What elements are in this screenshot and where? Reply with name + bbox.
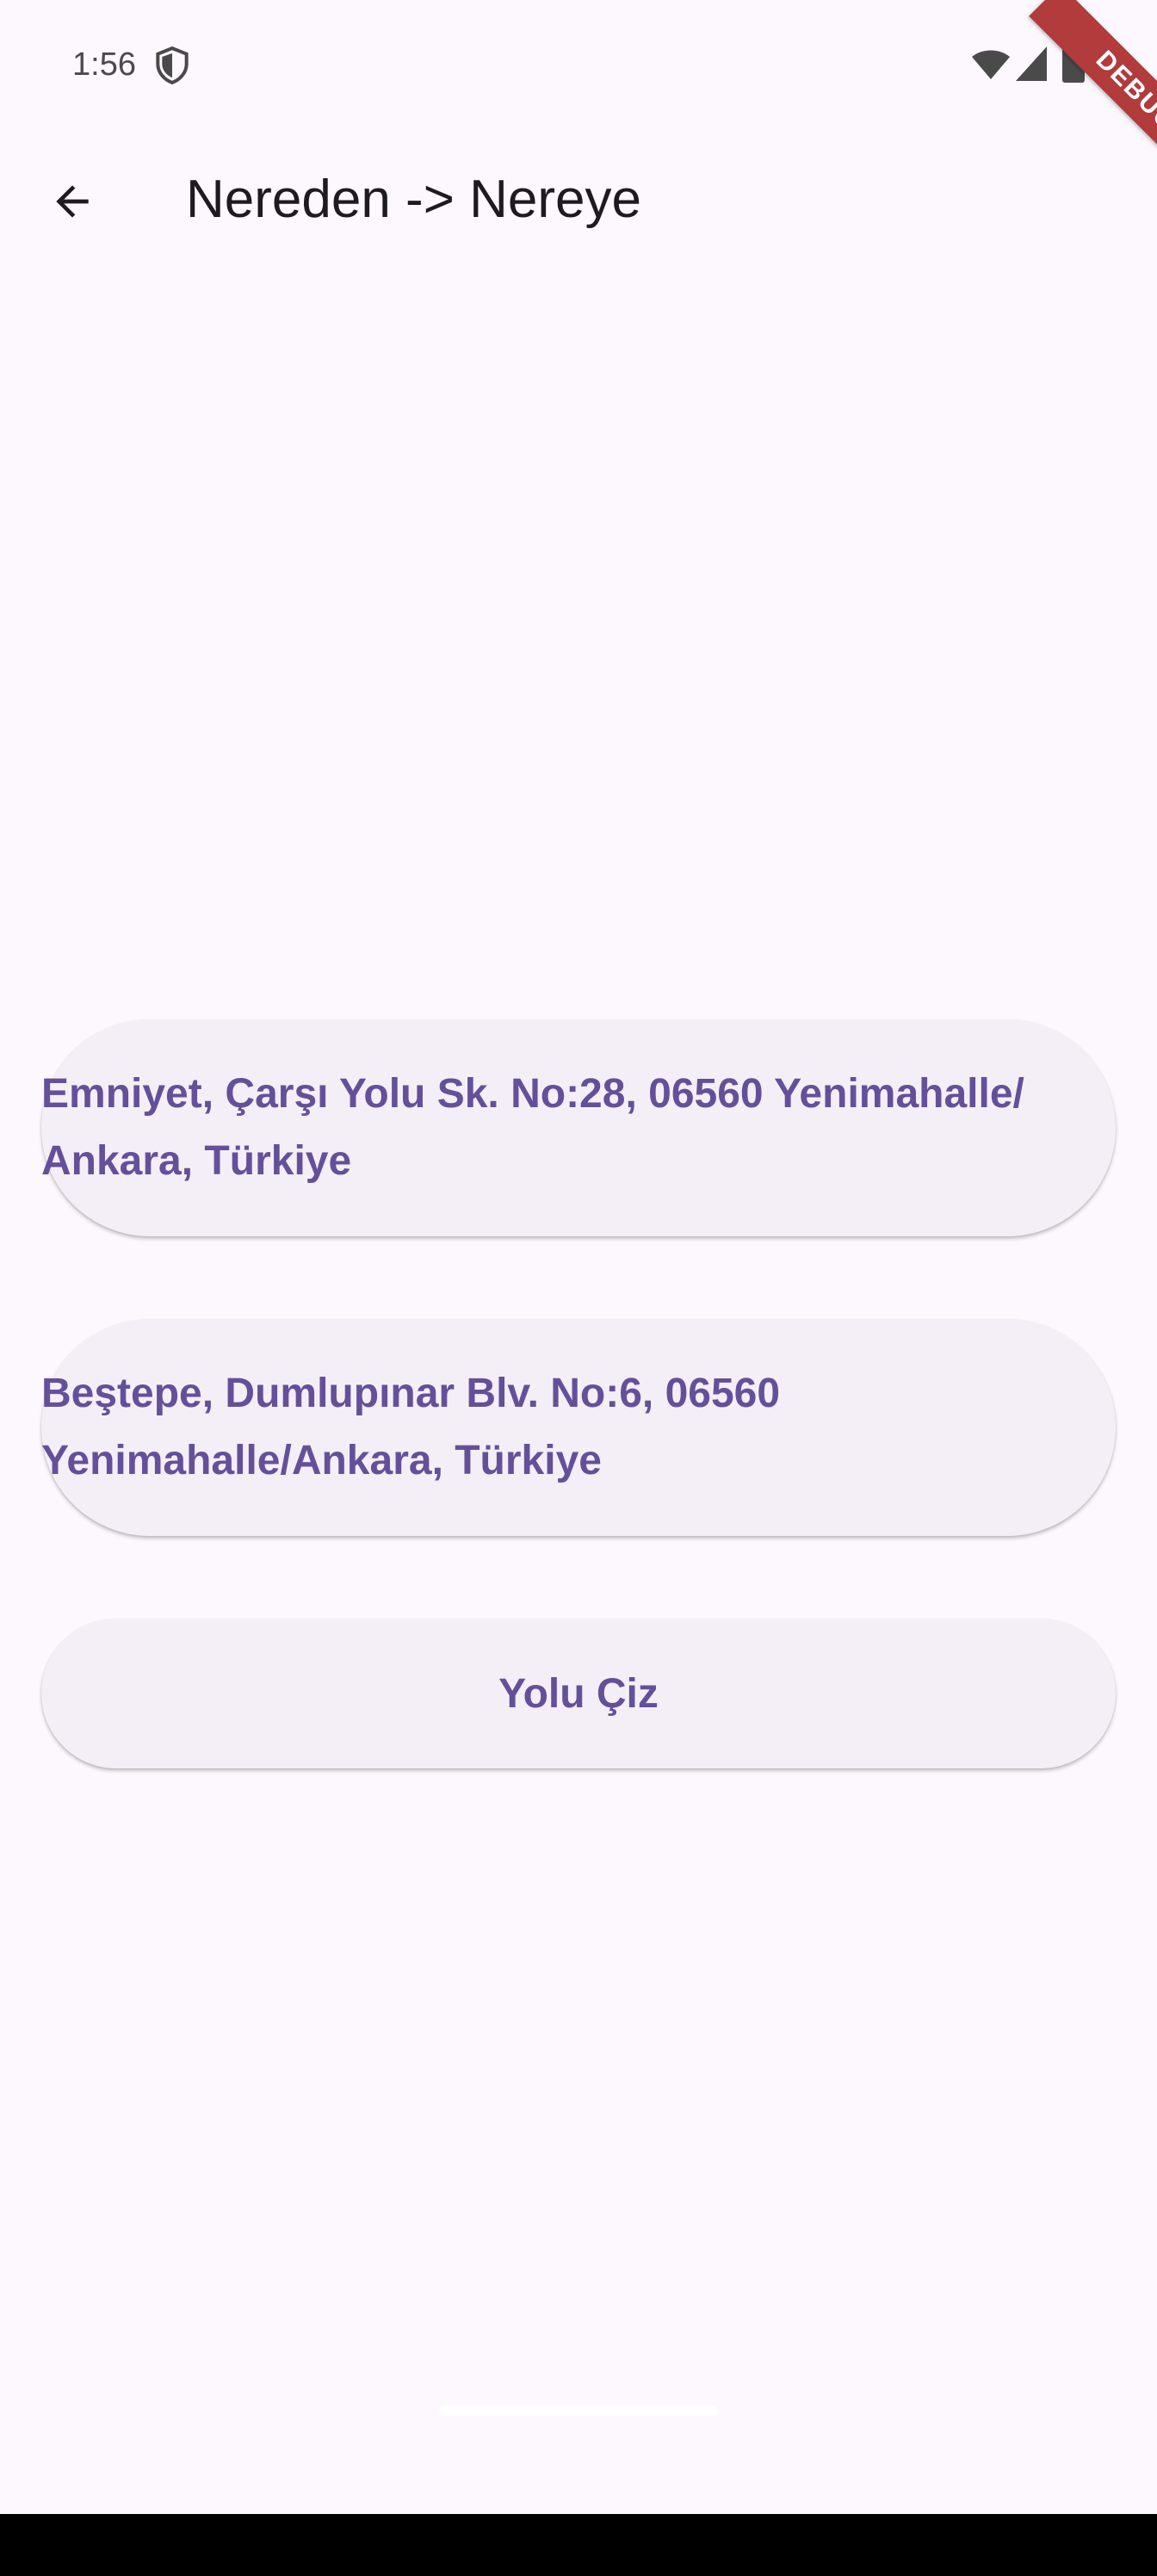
home-indicator[interactable] [439, 2406, 718, 2416]
draw-route-button[interactable]: Yolu Çiz [41, 1619, 1116, 1768]
back-button[interactable] [31, 160, 114, 243]
system-nav-bar [0, 2514, 1157, 2576]
status-time: 1:56 [72, 46, 136, 83]
destination-address-value: Beştepe, Dumlupınar Blv. No:6, 06560 Yen… [41, 1371, 781, 1483]
draw-route-label: Yolu Çiz [498, 1670, 659, 1717]
status-bar: 1:56 [0, 0, 1157, 129]
shield-icon [155, 46, 189, 85]
origin-address-field[interactable]: Emniyet, Çarşı Yolu Sk. No:28, 06560 Yen… [41, 1019, 1116, 1236]
arrow-back-icon [56, 185, 89, 218]
page-title: Nereden -> Nereye [186, 170, 641, 229]
origin-address-value: Emniyet, Çarşı Yolu Sk. No:28, 06560 Yen… [41, 1071, 1024, 1184]
app-bar: Nereden -> Nereye [0, 129, 1157, 274]
destination-address-field[interactable]: Beştepe, Dumlupınar Blv. No:6, 06560 Yen… [41, 1319, 1116, 1536]
